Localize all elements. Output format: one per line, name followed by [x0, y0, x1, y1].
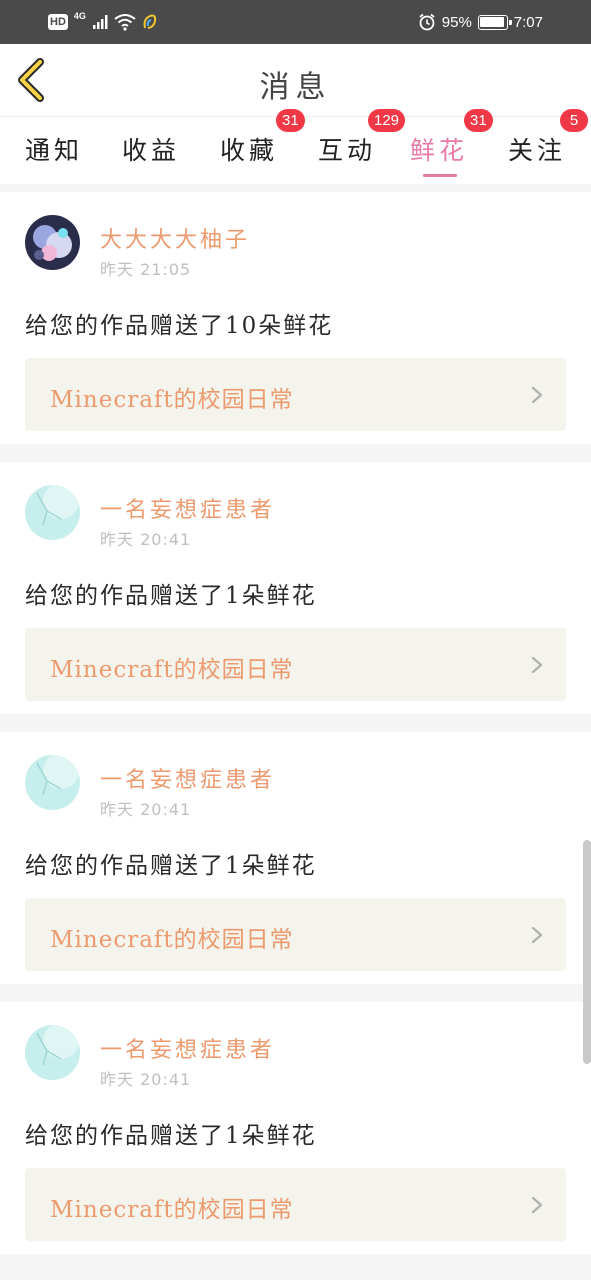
scrollbar[interactable] [583, 840, 591, 1064]
list-item: 一名妄想症患者 昨天 20:41 给您的作品赠送了1朵鲜花 Minecraft的… [0, 1002, 591, 1254]
chevron-right-icon [531, 656, 543, 674]
unread-badge: 129 [368, 109, 406, 132]
work-link[interactable]: Minecraft的校园日常 [25, 358, 566, 431]
tab-label: 鲜花 [410, 136, 469, 165]
clock: 7:07 [513, 13, 543, 31]
battery-icon [477, 14, 512, 30]
username[interactable]: 一名妄想症患者 [100, 1032, 275, 1064]
avatar[interactable] [25, 215, 80, 270]
timestamp: 昨天 21:05 [100, 260, 192, 279]
gift-message: 给您的作品赠送了1朵鲜花 [25, 853, 317, 879]
avatar[interactable] [25, 485, 80, 540]
active-tab-indicator [423, 174, 457, 177]
tab-label: 关注 [508, 136, 567, 165]
chevron-right-icon [531, 386, 543, 404]
username[interactable]: 一名妄想症患者 [100, 492, 275, 524]
chevron-right-icon [531, 1196, 543, 1214]
tab-flowers[interactable]: 鲜花 31 [410, 109, 493, 185]
unread-badge: 31 [464, 109, 493, 132]
list-item: 大大大大柚子 昨天 21:05 给您的作品赠送了10朵鲜花 Minecraft的… [0, 192, 591, 444]
timestamp: 昨天 20:41 [100, 1070, 192, 1089]
hd-badge: HD [48, 14, 68, 30]
header: 消息 [0, 44, 591, 116]
tab-favorites[interactable]: 收藏 31 [220, 109, 305, 185]
status-bar: HD 4G 95% 7:07 [0, 0, 591, 44]
tab-label: 收藏 [220, 136, 279, 165]
tab-notifications[interactable]: 通知 [25, 117, 95, 185]
work-link[interactable]: Minecraft的校园日常 [25, 628, 566, 701]
page-title: 消息 [259, 70, 332, 105]
list-item: 一名妄想症患者 昨天 20:41 给您的作品赠送了1朵鲜花 Minecraft的… [0, 732, 591, 984]
tab-earnings[interactable]: 收益 [122, 117, 192, 185]
status-right: 95% 7:07 [418, 10, 543, 34]
tab-bar: 通知 收益 收藏 31 互动 129 鲜花 31 关注 5 [0, 109, 591, 185]
gift-message: 给您的作品赠送了1朵鲜花 [25, 1123, 317, 1149]
alarm-icon [419, 13, 435, 31]
gift-message: 给您的作品赠送了10朵鲜花 [25, 313, 334, 339]
tab-label: 通知 [25, 136, 84, 165]
tab-interactions[interactable]: 互动 129 [318, 109, 406, 185]
work-title: Minecraft的校园日常 [50, 1197, 294, 1223]
unread-badge: 5 [560, 109, 588, 132]
timestamp: 昨天 20:41 [100, 800, 192, 819]
work-link[interactable]: Minecraft的校园日常 [25, 1168, 566, 1241]
signal-icon [92, 15, 108, 29]
wifi-icon [114, 14, 136, 31]
battery-percent: 95% [441, 13, 472, 31]
tab-label: 互动 [318, 136, 377, 165]
list-item: 一名妄想症患者 昨天 20:41 给您的作品赠送了1朵鲜花 Minecraft的… [0, 462, 591, 714]
avatar[interactable] [25, 1025, 80, 1080]
work-title: Minecraft的校园日常 [50, 927, 294, 953]
unread-badge: 31 [276, 109, 305, 132]
work-link[interactable]: Minecraft的校园日常 [25, 898, 566, 971]
avatar[interactable] [25, 755, 80, 810]
app-notification-icon [143, 14, 157, 29]
chevron-right-icon [531, 926, 543, 944]
network-type: 4G [73, 11, 86, 21]
username[interactable]: 大大大大柚子 [100, 222, 250, 254]
work-title: Minecraft的校园日常 [50, 657, 294, 683]
gift-message: 给您的作品赠送了1朵鲜花 [25, 583, 317, 609]
status-left: HD 4G [48, 11, 158, 32]
tab-label: 收益 [122, 136, 181, 165]
timestamp: 昨天 20:41 [100, 530, 192, 549]
username[interactable]: 一名妄想症患者 [100, 762, 275, 794]
tab-following[interactable]: 关注 5 [508, 109, 588, 185]
work-title: Minecraft的校园日常 [50, 387, 294, 413]
battery-level [480, 17, 505, 27]
